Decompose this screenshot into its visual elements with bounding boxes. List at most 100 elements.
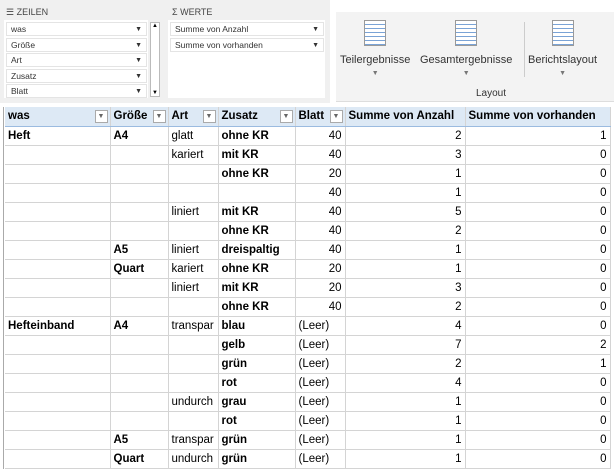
table-cell[interactable]: A4 [110,126,169,146]
table-cell[interactable]: gelb [218,335,296,355]
dropdown-arrow-icon[interactable]: ▼ [135,25,142,34]
table-cell[interactable]: 4 [345,316,466,336]
table-cell[interactable]: grün [218,354,296,374]
table-cell[interactable] [110,373,169,393]
table-cell[interactable] [168,335,219,355]
table-cell[interactable]: 0 [465,183,611,203]
table-cell[interactable]: Hefteinband [5,316,111,336]
dropdown-arrow-icon[interactable]: ▼ [312,25,319,34]
table-cell[interactable]: grün [218,449,296,469]
table-cell[interactable] [5,449,111,469]
table-cell[interactable]: 20 [295,259,346,279]
table-cell[interactable] [5,145,111,165]
table-cell[interactable]: 1 [345,411,466,431]
table-cell[interactable]: 1 [345,430,466,450]
table-cell[interactable] [168,373,219,393]
table-cell[interactable]: A4 [110,316,169,336]
table-cell[interactable]: (Leer) [295,335,346,355]
table-cell[interactable]: 0 [465,240,611,260]
dropdown-arrow-icon[interactable]: ▼ [135,41,142,50]
table-cell[interactable]: (Leer) [295,430,346,450]
table-cell[interactable]: (Leer) [295,392,346,412]
table-cell[interactable]: 2 [345,126,466,146]
table-cell[interactable]: (Leer) [295,354,346,374]
table-cell[interactable] [5,297,111,317]
table-cell[interactable]: 5 [345,202,466,222]
table-cell[interactable] [168,221,219,241]
table-cell[interactable]: 1 [345,183,466,203]
table-cell[interactable]: 1 [465,354,611,374]
subtotals-button[interactable]: Teilergebnisse ▼ [340,20,410,77]
table-cell[interactable]: mit KR [218,202,296,222]
table-cell[interactable] [5,183,111,203]
table-cell[interactable]: 1 [345,164,466,184]
table-cell[interactable]: 40 [295,126,346,146]
table-cell[interactable]: transpar [168,430,219,450]
table-cell[interactable]: 2 [345,221,466,241]
table-cell[interactable] [110,202,169,222]
row-field[interactable]: Zusatz ▼ [6,68,147,83]
table-cell[interactable]: Heft [5,126,111,146]
table-cell[interactable] [168,164,219,184]
table-cell[interactable] [218,183,296,203]
table-cell[interactable]: 0 [465,145,611,165]
dropdown-arrow-icon[interactable]: ▼ [135,72,142,81]
table-cell[interactable]: 7 [345,335,466,355]
filter-dropdown-icon[interactable]: ▼ [329,110,343,123]
table-cell[interactable] [168,354,219,374]
table-cell[interactable] [110,164,169,184]
table-cell[interactable]: ohne KR [218,297,296,317]
table-cell[interactable]: 0 [465,430,611,450]
table-cell[interactable]: ohne KR [218,259,296,279]
table-cell[interactable]: 0 [465,297,611,317]
table-cell[interactable]: ohne KR [218,221,296,241]
table-cell[interactable]: 40 [295,240,346,260]
table-cell[interactable]: grau [218,392,296,412]
filter-dropdown-icon[interactable]: ▼ [152,110,166,123]
table-cell[interactable] [5,259,111,279]
table-cell[interactable]: grün [218,430,296,450]
table-cell[interactable] [5,278,111,298]
table-cell[interactable]: undurch [168,392,219,412]
table-cell[interactable]: 20 [295,278,346,298]
table-cell[interactable] [5,373,111,393]
table-cell[interactable]: 4 [345,373,466,393]
table-cell[interactable]: 40 [295,221,346,241]
filter-dropdown-icon[interactable]: ▼ [94,110,108,123]
grand-totals-button[interactable]: Gesamtergebnisse ▼ [420,20,512,77]
rows-scrollbar[interactable]: ▲ ▼ [150,22,160,97]
dropdown-arrow-icon[interactable]: ▼ [135,56,142,65]
value-field[interactable]: Summe von vorhanden ▼ [170,37,324,52]
table-cell[interactable]: 1 [465,126,611,146]
row-field[interactable]: Blatt ▼ [6,84,147,98]
table-cell[interactable]: blau [218,316,296,336]
table-cell[interactable] [168,183,219,203]
table-cell[interactable] [5,202,111,222]
table-cell[interactable]: 1 [345,392,466,412]
table-cell[interactable] [110,221,169,241]
table-cell[interactable] [5,221,111,241]
table-cell[interactable] [110,145,169,165]
filter-dropdown-icon[interactable]: ▼ [202,110,216,123]
table-cell[interactable] [110,335,169,355]
table-cell[interactable]: 40 [295,202,346,222]
table-cell[interactable]: (Leer) [295,449,346,469]
table-cell[interactable]: Quart [110,449,169,469]
table-cell[interactable]: 0 [465,316,611,336]
table-cell[interactable]: 20 [295,164,346,184]
table-cell[interactable]: 0 [465,221,611,241]
table-cell[interactable]: 0 [465,259,611,279]
table-cell[interactable] [168,297,219,317]
table-cell[interactable] [110,411,169,431]
table-cell[interactable]: 2 [465,335,611,355]
table-cell[interactable] [5,411,111,431]
table-cell[interactable] [110,297,169,317]
table-cell[interactable]: (Leer) [295,316,346,336]
table-cell[interactable]: mit KR [218,145,296,165]
table-cell[interactable]: rot [218,373,296,393]
table-cell[interactable]: (Leer) [295,373,346,393]
table-cell[interactable]: 1 [345,449,466,469]
table-cell[interactable] [110,183,169,203]
table-cell[interactable]: liniert [168,202,219,222]
table-cell[interactable] [5,430,111,450]
